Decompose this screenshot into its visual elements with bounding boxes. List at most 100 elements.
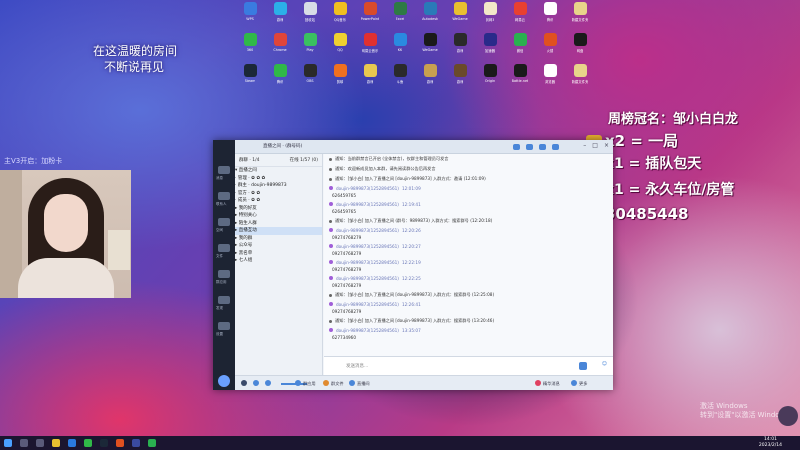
chat-message[interactable]: doujin-9899873(1252894561) 12:20:26 092747… [324, 226, 613, 242]
desktop-shortcut[interactable]: 游戏 [446, 33, 474, 64]
browser-taskbar-icon[interactable] [84, 439, 92, 447]
emoji-icon[interactable]: ☺ [602, 361, 607, 367]
app-taskbar-icon[interactable] [116, 439, 124, 447]
desktop-shortcut[interactable]: WPS [236, 2, 264, 33]
desktop-shortcut[interactable]: 浏览器 [536, 64, 564, 95]
qq-chat-window[interactable]: 消息 联系人 空间 文件 群应用 发现 设置 直播之间 · (群号码) – □ … [213, 140, 613, 390]
tree-node[interactable]: ▸ 黑名单 [235, 250, 322, 258]
desktop-shortcut[interactable]: Battle.net [506, 64, 534, 95]
desktop-shortcut[interactable]: 剑网3 [476, 2, 504, 33]
desktop-shortcut[interactable]: 微信 [506, 33, 534, 64]
tree-node[interactable]: ▸ 公众号 [235, 242, 322, 250]
tree-node[interactable]: · 成员 · ✿ ✿ [235, 197, 322, 205]
desktop-shortcut[interactable]: WeGame [416, 33, 444, 64]
close-icon[interactable]: × [604, 142, 609, 149]
desktop-shortcut[interactable]: Play [296, 33, 324, 64]
discover-icon[interactable] [218, 296, 230, 304]
sender-name[interactable]: doujin-9899873(1252894561) [336, 328, 399, 333]
toolbar-item-icon[interactable] [323, 380, 329, 386]
toolbar-item-label[interactable]: 群应用 [303, 381, 316, 387]
chat-message[interactable]: doujin-9899873(1252894561) 12:19:41 626459… [324, 200, 613, 216]
tree-node[interactable]: ▸ 特别关心 [235, 212, 322, 220]
sender-name[interactable]: doujin-9899873(1252894561) [336, 186, 399, 191]
desktop-shortcut[interactable]: 游戏 [356, 64, 384, 95]
chat-message[interactable]: doujin-9899873(1252894561) 12:22:19 092747… [324, 258, 613, 274]
tree-node[interactable]: · 官方 · ✿ ✿ [235, 190, 322, 198]
tree-node[interactable]: · 群主 · doujin-9899873 [235, 182, 322, 190]
voice-call-icon[interactable] [513, 144, 520, 150]
chat-message[interactable]: doujin-9899873(1252894561) 12:22:25 092747… [324, 274, 613, 290]
toolbar-item-label[interactable]: 群文件 [331, 381, 344, 387]
chat-message[interactable]: doujin-9899873(1252894561) 12:26:41 092747… [324, 300, 613, 316]
desktop-shortcut[interactable]: KK [386, 33, 414, 64]
message-input[interactable]: 发送消息... [346, 363, 368, 369]
tree-node[interactable]: ▸ 陌生人群 [235, 220, 322, 228]
sender-avatar-icon[interactable] [329, 186, 333, 190]
more-icon[interactable] [552, 144, 559, 150]
desktop-shortcut[interactable]: 腾讯 [266, 64, 294, 95]
tree-node[interactable]: ▸ 我的群 [235, 235, 322, 243]
space-icon[interactable] [218, 218, 230, 226]
desktop-shortcut[interactable]: OBS [296, 64, 324, 95]
desktop-shortcut[interactable]: 火狐 [536, 33, 564, 64]
sender-name[interactable]: doujin-9899873(1252894561) [336, 302, 399, 307]
speaker-icon[interactable] [253, 380, 259, 386]
desktop-shortcut[interactable]: 新建文件夹 [566, 2, 594, 33]
contacts-icon[interactable] [218, 192, 230, 200]
steam-taskbar-icon[interactable] [100, 439, 108, 447]
wechat-taskbar-icon[interactable] [148, 439, 156, 447]
desktop-shortcut[interactable]: 游戏 [416, 64, 444, 95]
settings-icon[interactable] [218, 322, 230, 330]
sender-name[interactable]: doujin-9899873(1252894561) [336, 202, 399, 207]
desktop-shortcut[interactable]: 网易云 [506, 2, 534, 33]
desktop-shortcut[interactable]: WeGame [446, 2, 474, 33]
maximize-icon[interactable]: □ [592, 142, 598, 149]
sender-name[interactable]: doujin-9899873(1252894561) [336, 260, 399, 265]
desktop-shortcut[interactable]: PowerPoint [356, 2, 384, 33]
sender-name[interactable]: doujin-9899873(1252894561) [336, 228, 399, 233]
user-avatar[interactable] [218, 375, 230, 387]
start-icon[interactable] [4, 439, 12, 447]
toolbar-item-icon[interactable] [295, 380, 301, 386]
toolbar-item-icon[interactable] [349, 380, 355, 386]
desktop-shortcut[interactable]: 加速器 [476, 33, 504, 64]
video-call-icon[interactable] [526, 144, 533, 150]
tree-node[interactable]: ▸ 我的好友 [235, 205, 322, 213]
desktop-shortcut[interactable]: Autodesk [416, 2, 444, 33]
toolbar-item-icon[interactable] [571, 380, 577, 386]
desktop-shortcut[interactable]: 腾讯 [536, 2, 564, 33]
group-app-icon[interactable] [218, 270, 230, 278]
search-icon[interactable] [20, 439, 28, 447]
share-screen-icon[interactable] [539, 144, 546, 150]
tree-node[interactable]: ▾ 直播之间 [235, 167, 322, 175]
file-icon[interactable] [218, 244, 230, 252]
sender-avatar-icon[interactable] [329, 228, 333, 232]
qq-taskbar-icon[interactable] [68, 439, 76, 447]
desktop-shortcut[interactable]: QQ [326, 33, 354, 64]
chat-message-area[interactable]: 通知：当前群禁言已开启 (全体禁言)，仅群主和管理员可发言 通知：欢迎新成员加入本… [324, 154, 613, 356]
sender-avatar-icon[interactable] [329, 302, 333, 306]
task-view-icon[interactable] [36, 439, 44, 447]
message-input-bar[interactable]: 发送消息... ☺ [324, 356, 613, 375]
toolbar-item-label[interactable]: 直播间 [357, 381, 370, 387]
toolbar-item-label[interactable]: 精华消息 [543, 381, 560, 387]
explorer-icon[interactable] [52, 439, 60, 447]
desktop-shortcut[interactable]: 剪映 [326, 64, 354, 95]
sender-name[interactable]: doujin-9899873(1252894561) [336, 244, 399, 249]
toolbar-item-label[interactable]: 更多 [579, 381, 587, 387]
minimize-icon[interactable]: – [583, 142, 586, 149]
desktop-shortcut[interactable]: Excel [386, 2, 414, 33]
sender-avatar-icon[interactable] [329, 260, 333, 264]
desktop-shortcut[interactable]: 360 [236, 33, 264, 64]
tree-node[interactable]: ▸ 直播互动 [235, 227, 322, 235]
tree-node[interactable]: ▸ 七人组 [235, 257, 322, 265]
desktop-shortcut[interactable]: QQ音乐 [326, 2, 354, 33]
tree-node[interactable]: · 管理 · ✿ ✿ ✿ [235, 175, 322, 183]
desktop-shortcut[interactable]: Steam [236, 64, 264, 95]
camera-icon[interactable] [265, 380, 271, 386]
desktop-shortcut[interactable]: 网易云音乐 [356, 33, 384, 64]
sender-name[interactable]: doujin-9899873(1252894561) [336, 276, 399, 281]
taskbar-clock[interactable]: 14:01 2023/2/14 [759, 437, 782, 448]
desktop-shortcut[interactable]: 游戏 [266, 2, 294, 33]
toolbar-item-icon[interactable] [535, 380, 541, 386]
